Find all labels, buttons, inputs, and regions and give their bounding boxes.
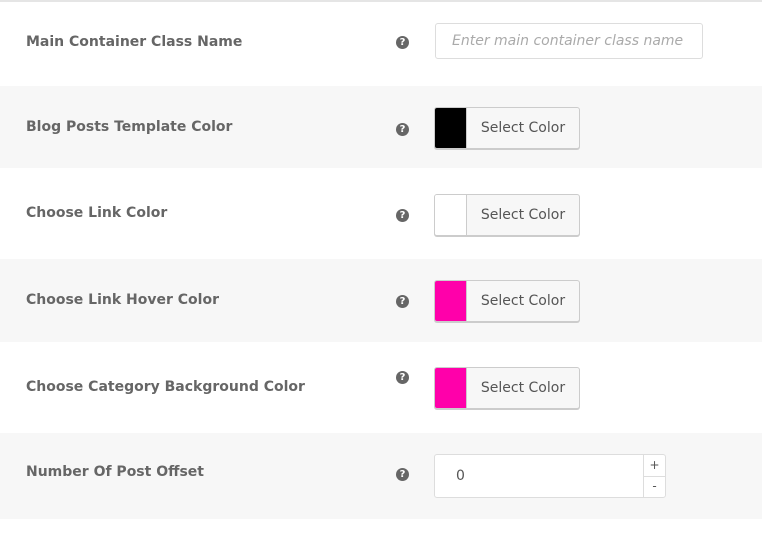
setting-row-category-bg-color: Choose Category Background Color ? Selec… [0, 342, 762, 433]
setting-label: Choose Link Hover Color [26, 292, 219, 308]
question-circle-icon[interactable]: ? [396, 209, 409, 222]
post-offset-number-input[interactable]: 0 + - [434, 454, 666, 498]
question-circle-icon[interactable]: ? [396, 295, 409, 308]
setting-row-container-class: Main Container Class Name ? Enter main c… [0, 2, 762, 86]
setting-label: Choose Link Color [26, 205, 168, 221]
post-offset-value: 0 [456, 468, 465, 484]
link-color-picker-button[interactable]: Select Color [434, 194, 580, 236]
setting-label: Number Of Post Offset [26, 464, 204, 480]
select-color-label: Select Color [480, 207, 566, 223]
color-swatch [435, 281, 467, 321]
increment-button[interactable]: + [644, 455, 665, 477]
category-bg-color-picker-button[interactable]: Select Color [434, 367, 580, 409]
question-circle-icon[interactable]: ? [396, 468, 409, 481]
number-spinner: + - [643, 455, 665, 497]
link-hover-color-picker-button[interactable]: Select Color [434, 280, 580, 322]
template-color-picker-button[interactable]: Select Color [434, 107, 580, 149]
color-swatch [435, 195, 467, 235]
setting-row-post-offset: Number Of Post Offset ? 0 + - [0, 433, 762, 519]
select-color-label: Select Color [480, 120, 566, 136]
setting-label: Blog Posts Template Color [26, 119, 233, 135]
setting-label: Choose Category Background Color [26, 379, 305, 395]
color-swatch [435, 108, 467, 148]
select-color-label: Select Color [480, 380, 566, 396]
setting-row-link-hover-color: Choose Link Hover Color ? Select Color [0, 259, 762, 342]
setting-row-link-color: Choose Link Color ? Select Color [0, 168, 762, 259]
setting-row-template-color: Blog Posts Template Color ? Select Color [0, 86, 762, 168]
question-circle-icon[interactable]: ? [396, 36, 409, 49]
color-swatch [435, 368, 467, 408]
container-class-input[interactable]: Enter main container class name [435, 23, 703, 59]
decrement-button[interactable]: - [644, 476, 665, 497]
setting-label: Main Container Class Name [26, 34, 243, 50]
question-circle-icon[interactable]: ? [396, 371, 409, 384]
select-color-label: Select Color [480, 293, 566, 309]
question-circle-icon[interactable]: ? [396, 123, 409, 136]
